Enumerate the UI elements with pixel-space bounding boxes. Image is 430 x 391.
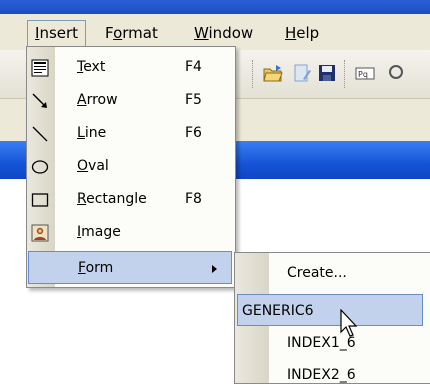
- shortcut-label: F4: [185, 59, 202, 75]
- edit-document-icon[interactable]: [291, 62, 313, 84]
- menu-item-image[interactable]: Image: [27, 216, 235, 249]
- menu-item-label: Line: [77, 125, 107, 141]
- menu-insert[interactable]: Insert: [27, 20, 87, 47]
- menu-item-label: Arrow: [77, 92, 118, 108]
- svg-text:Pq: Pq: [358, 70, 368, 79]
- submenu-item-label: GENERIC6: [242, 303, 314, 319]
- menu-item-label: Rectangle: [77, 191, 147, 207]
- menu-format[interactable]: Format: [98, 22, 165, 44]
- menu-help[interactable]: Help: [278, 22, 326, 44]
- shortcut-label: F5: [185, 92, 202, 108]
- text-frame-icon: [31, 59, 49, 77]
- menu-item-oval[interactable]: Oval: [27, 150, 235, 183]
- menu-item-arrow[interactable]: Arrow F5: [27, 84, 235, 117]
- rectangle-icon: [31, 191, 49, 209]
- menu-item-text[interactable]: Text F4: [27, 51, 235, 84]
- form-submenu: Create... GENERIC6 INDEX1_6 INDEX2_6: [234, 252, 430, 384]
- submenu-item-label: Create...: [287, 265, 347, 281]
- save-floppy-icon[interactable]: [316, 62, 338, 84]
- toolbar-tool-icon[interactable]: Pq: [354, 62, 376, 84]
- menu-item-label: Image: [77, 224, 121, 240]
- shortcut-label: F8: [185, 191, 202, 207]
- menu-bar: Insert Format Window Help: [0, 14, 430, 50]
- shortcut-label: F6: [185, 125, 202, 141]
- submenu-item-index1-6[interactable]: INDEX1_6: [235, 327, 430, 359]
- mouse-cursor-icon: [340, 308, 362, 339]
- title-bar-strip: [0, 0, 430, 14]
- toolbar-separator: [252, 60, 255, 88]
- submenu-item-create[interactable]: Create...: [235, 257, 430, 289]
- menu-window[interactable]: Window: [187, 22, 260, 44]
- menu-item-form[interactable]: Form: [28, 251, 232, 284]
- menu-item-rectangle[interactable]: Rectangle F8: [27, 183, 235, 216]
- line-icon: [31, 125, 49, 143]
- oval-icon: [31, 158, 49, 176]
- menu-insert-label: nsert: [39, 24, 79, 42]
- search-icon[interactable]: [386, 62, 408, 84]
- menu-format-label: Format: [105, 24, 158, 42]
- image-icon: [31, 224, 49, 242]
- menu-item-label: Form: [78, 260, 114, 276]
- menu-window-label: Window: [194, 24, 254, 42]
- menu-item-line[interactable]: Line F6: [27, 117, 235, 150]
- submenu-item-index2-6[interactable]: INDEX2_6: [235, 359, 430, 391]
- open-folder-icon[interactable]: [262, 62, 284, 84]
- insert-menu: Text F4 Arrow F5 Line F6 Oval Rectangle …: [26, 46, 236, 288]
- arrow-icon: [31, 92, 49, 110]
- menu-help-label: Help: [285, 24, 320, 42]
- submenu-item-label: INDEX2_6: [287, 367, 356, 383]
- toolbar-separator-2: [344, 60, 347, 88]
- menu-item-label: Oval: [77, 158, 109, 174]
- submenu-item-generic6[interactable]: GENERIC6: [237, 294, 423, 326]
- menu-item-label: Text: [77, 59, 106, 75]
- submenu-arrow-icon: [212, 265, 217, 273]
